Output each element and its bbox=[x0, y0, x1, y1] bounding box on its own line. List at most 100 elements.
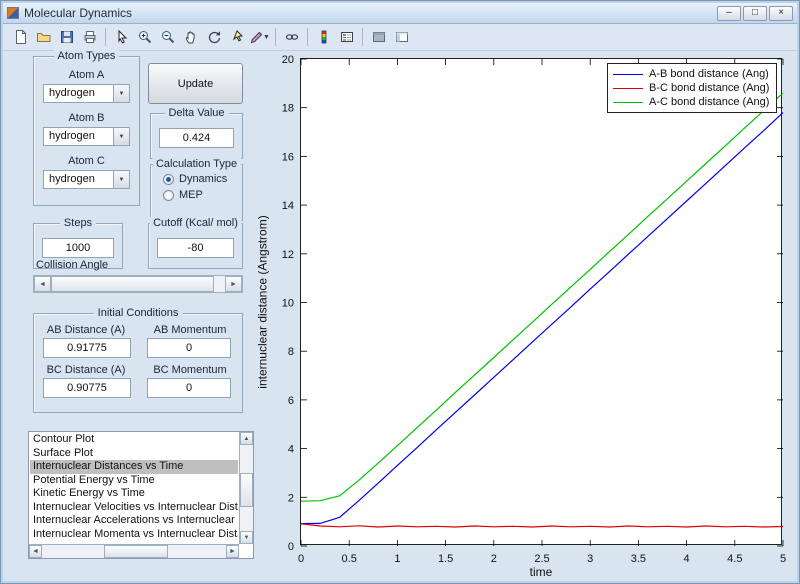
list-item[interactable]: Contour Plot bbox=[30, 433, 238, 447]
chevron-down-icon[interactable]: ▼ bbox=[113, 85, 129, 102]
scroll-down-icon[interactable]: ▼ bbox=[240, 531, 253, 544]
list-item[interactable]: Internuclear Distances vs Time bbox=[30, 460, 238, 474]
restore-button[interactable]: □ bbox=[743, 5, 767, 21]
scroll-track[interactable] bbox=[42, 545, 104, 558]
legend-label: A-B bond distance (Ang) bbox=[649, 68, 769, 80]
y-tick-label: 12 bbox=[282, 249, 294, 261]
atom-b-value: hydrogen bbox=[49, 130, 95, 142]
toolbar-separator bbox=[105, 28, 106, 46]
atom-b-dropdown[interactable]: hydrogen ▼ bbox=[43, 127, 130, 146]
show-plot-tools-icon[interactable] bbox=[390, 26, 413, 48]
y-tick-label: 16 bbox=[282, 151, 294, 163]
slider-track[interactable] bbox=[214, 276, 225, 292]
list-item[interactable]: Internuclear Momenta vs Internuclear Dis… bbox=[30, 528, 238, 542]
scroll-right-icon[interactable]: ► bbox=[226, 545, 239, 558]
collision-angle-slider[interactable]: ◄ ► bbox=[33, 275, 243, 293]
scroll-track[interactable] bbox=[240, 445, 253, 473]
legend-line-sample bbox=[613, 73, 643, 75]
scroll-thumb[interactable] bbox=[104, 545, 168, 558]
window-title: Molecular Dynamics bbox=[24, 6, 133, 20]
atom-a-value: hydrogen bbox=[49, 87, 95, 99]
close-button[interactable]: × bbox=[769, 5, 793, 21]
bc-momentum-field[interactable]: 0 bbox=[147, 378, 231, 398]
insert-legend-icon[interactable] bbox=[335, 26, 358, 48]
print-figure-icon[interactable] bbox=[78, 26, 101, 48]
steps-field[interactable]: 1000 bbox=[42, 238, 114, 258]
bc-distance-field[interactable]: 0.90775 bbox=[43, 378, 131, 398]
slider-left-arrow-icon[interactable]: ◄ bbox=[34, 276, 51, 292]
initial-conditions-panel: Initial Conditions AB Distance (A) AB Mo… bbox=[33, 307, 243, 413]
pan-icon[interactable] bbox=[179, 26, 202, 48]
atom-c-label: Atom C bbox=[68, 155, 105, 167]
slider-right-arrow-icon[interactable]: ► bbox=[225, 276, 242, 292]
listbox-horizontal-scrollbar[interactable]: ◄ ► bbox=[29, 544, 239, 558]
radio-label: Dynamics bbox=[179, 173, 228, 185]
radio-button-icon[interactable] bbox=[163, 173, 174, 185]
atom-a-dropdown[interactable]: hydrogen ▼ bbox=[43, 84, 130, 103]
radio-button-icon[interactable] bbox=[163, 189, 174, 201]
insert-colorbar-icon[interactable] bbox=[312, 26, 335, 48]
delta-value-title: Delta Value bbox=[164, 107, 229, 119]
save-figure-icon[interactable] bbox=[55, 26, 78, 48]
scroll-left-icon[interactable]: ◄ bbox=[29, 545, 42, 558]
zoom-out-icon[interactable] bbox=[156, 26, 179, 48]
plot-axes: 0 0.5 1 1.5 2 2.5 3 3.5 4 4.5 5 0 2 4 6 8 10 12 14 16 18 20 A… bbox=[282, 54, 786, 565]
zoom-in-icon[interactable] bbox=[133, 26, 156, 48]
legend-entry: B-C bond distance (Ang) bbox=[608, 81, 776, 95]
legend-label: A-C bond distance (Ang) bbox=[649, 96, 770, 108]
ab-distance-label: AB Distance (A) bbox=[46, 324, 126, 336]
ab-momentum-field[interactable]: 0 bbox=[147, 338, 231, 358]
slider-thumb[interactable] bbox=[51, 276, 214, 292]
ab-momentum-label: AB Momentum bbox=[153, 324, 227, 336]
delta-value-field[interactable]: 0.424 bbox=[159, 128, 234, 148]
listbox-vertical-scrollbar[interactable]: ▲ ▼ bbox=[239, 432, 253, 544]
scroll-track[interactable] bbox=[168, 545, 226, 558]
list-item[interactable]: Kinetic Energy vs Time bbox=[30, 487, 238, 501]
chevron-down-icon[interactable]: ▼ bbox=[113, 171, 129, 188]
list-item[interactable]: Internuclear Velocities vs Internuclear … bbox=[30, 501, 238, 515]
list-item[interactable]: Surface Plot bbox=[30, 447, 238, 461]
initial-conditions-title: Initial Conditions bbox=[93, 307, 183, 319]
cutoff-field[interactable]: -80 bbox=[157, 238, 234, 258]
y-tick-label: 2 bbox=[288, 492, 294, 504]
brush-icon[interactable]: ▼ bbox=[248, 26, 271, 48]
x-tick-label: 3.5 bbox=[631, 553, 646, 565]
scroll-track[interactable] bbox=[240, 507, 253, 531]
calculation-option[interactable]: Dynamics bbox=[163, 173, 242, 185]
list-item[interactable]: Potential Energy vs Time bbox=[30, 474, 238, 488]
hide-plot-tools-icon[interactable] bbox=[367, 26, 390, 48]
rotate-3d-icon[interactable] bbox=[202, 26, 225, 48]
new-figure-icon[interactable] bbox=[9, 26, 32, 48]
chevron-down-icon[interactable]: ▼ bbox=[113, 128, 129, 145]
minimize-button[interactable]: – bbox=[717, 5, 741, 21]
app-icon bbox=[7, 7, 19, 19]
bc-momentum-label: BC Momentum bbox=[153, 364, 227, 376]
plot-legend: A-B bond distance (Ang) B-C bond distance… bbox=[607, 63, 777, 113]
steps-title: Steps bbox=[59, 217, 97, 229]
edit-plot-icon[interactable] bbox=[110, 26, 133, 48]
x-tick-label: 2 bbox=[491, 553, 497, 565]
open-file-icon[interactable] bbox=[32, 26, 55, 48]
series-line-1 bbox=[300, 523, 784, 528]
x-tick-label: 3 bbox=[587, 553, 593, 565]
toolbar-separator bbox=[307, 28, 308, 46]
atom-c-dropdown[interactable]: hydrogen ▼ bbox=[43, 170, 130, 189]
calculation-option[interactable]: MEP bbox=[163, 189, 242, 201]
titlebar[interactable]: Molecular Dynamics – □ × bbox=[3, 3, 797, 24]
x-tick-label: 4.5 bbox=[727, 553, 742, 565]
plot-type-listbox[interactable]: Contour Plot Surface Plot Internuclear Dis… bbox=[28, 431, 254, 559]
link-plot-icon[interactable] bbox=[280, 26, 303, 48]
scroll-thumb[interactable] bbox=[240, 473, 253, 507]
ab-distance-field[interactable]: 0.91775 bbox=[43, 338, 131, 358]
update-button[interactable]: Update bbox=[148, 63, 243, 104]
x-tick-label: 4 bbox=[684, 553, 690, 565]
x-axis-label: time bbox=[529, 565, 553, 579]
delta-value-panel: Delta Value 0.424 bbox=[150, 107, 243, 159]
data-cursor-icon[interactable] bbox=[225, 26, 248, 48]
calculation-type-panel: Calculation Type Dynamics MEP bbox=[150, 158, 243, 221]
x-tick-label: 2.5 bbox=[534, 553, 549, 565]
list-item[interactable]: Internuclear Accelerations vs Internucle… bbox=[30, 514, 238, 528]
atom-types-title: Atom Types bbox=[53, 50, 120, 62]
scroll-up-icon[interactable]: ▲ bbox=[240, 432, 253, 445]
legend-entry: A-B bond distance (Ang) bbox=[608, 67, 776, 81]
